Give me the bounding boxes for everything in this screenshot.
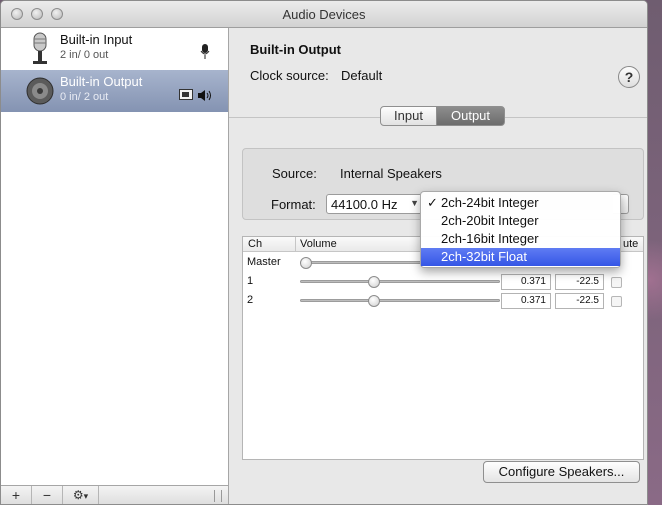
channel-label: 1 (247, 275, 254, 287)
configure-speakers-button[interactable]: Configure Speakers... (483, 461, 640, 483)
device-channels: 0 in/ 2 out (60, 91, 109, 103)
tab-input[interactable]: Input (380, 106, 437, 126)
title-bar: Audio Devices (1, 1, 647, 28)
resize-grip-icon[interactable] (214, 490, 222, 502)
channel-2-volume-value[interactable]: 0.371 (501, 293, 551, 309)
microphone-icon (33, 32, 47, 64)
volume-table: Ch Volume ute Master 1 0.371 -22.5 2 0.3… (242, 236, 644, 460)
channel-label: 2 (247, 294, 254, 306)
device-list: Built-in Input 2 in/ 0 out Built-in Outp… (1, 28, 229, 504)
channel-1-db-value[interactable]: -22.5 (555, 274, 604, 290)
clock-source-label: Clock source: (250, 68, 329, 83)
help-button[interactable]: ? (618, 66, 640, 88)
format-dropdown-menu: ✓ 2ch-24bit Integer 2ch-20bit Integer 2c… (420, 191, 621, 268)
channel-1-volume-value[interactable]: 0.371 (501, 274, 551, 290)
device-name: Built-in Output (60, 74, 143, 89)
channel-2-mute-checkbox[interactable] (611, 296, 622, 307)
column-header-mute: ute (623, 238, 639, 250)
column-header-ch: Ch (248, 238, 263, 250)
chevron-down-icon: ▼ (410, 198, 419, 208)
sidebar-toolbar: + − ⚙▾ (1, 485, 228, 504)
channel-2-db-value[interactable]: -22.5 (555, 293, 604, 309)
menu-item-2ch-16bit-integer[interactable]: 2ch-16bit Integer (421, 230, 620, 248)
device-name: Built-in Input (60, 32, 133, 47)
default-input-mic-icon (200, 44, 210, 59)
gear-icon: ⚙ (72, 488, 84, 502)
checkmark-icon: ✓ (427, 195, 438, 210)
system-output-icon (179, 89, 193, 100)
device-item-built-in-output[interactable]: Built-in Output 0 in/ 2 out (1, 70, 228, 112)
remove-device-button[interactable]: − (32, 486, 63, 504)
menu-item-2ch-32bit-float[interactable]: 2ch-32bit Float (421, 248, 620, 266)
source-label: Source: (272, 166, 317, 181)
channel-label: Master (247, 256, 281, 268)
chevron-down-icon: ▾ (83, 491, 89, 501)
device-title: Built-in Output (250, 42, 341, 57)
speaker-icon (26, 77, 54, 105)
channel-1-volume-slider[interactable] (300, 280, 500, 283)
default-output-speaker-icon (198, 90, 211, 101)
source-value: Internal Speakers (340, 166, 442, 181)
menu-item-2ch-24bit-integer[interactable]: ✓ 2ch-24bit Integer (421, 194, 620, 212)
channel-2-volume-slider[interactable] (300, 299, 500, 302)
channel-1-volume-knob[interactable] (368, 276, 381, 288)
column-header-volume: Volume (300, 238, 337, 250)
device-item-built-in-input[interactable]: Built-in Input 2 in/ 0 out (1, 28, 228, 70)
gear-menu-button[interactable]: ⚙▾ (63, 486, 99, 504)
sample-rate-value: 44100.0 Hz (331, 197, 398, 212)
menu-item-label: 2ch-16bit Integer (441, 231, 539, 246)
channel-1-mute-checkbox[interactable] (611, 277, 622, 288)
menu-item-label: 2ch-20bit Integer (441, 213, 539, 228)
device-channels: 2 in/ 0 out (60, 49, 109, 61)
channel-2-volume-knob[interactable] (368, 295, 381, 307)
master-volume-knob[interactable] (300, 257, 312, 269)
menu-item-label: 2ch-32bit Float (441, 249, 527, 264)
format-label: Format: (271, 197, 316, 212)
tab-output[interactable]: Output (436, 106, 505, 126)
column-divider (295, 237, 296, 252)
clock-source-value: Default (341, 68, 383, 83)
add-device-button[interactable]: + (1, 486, 32, 504)
format-sample-rate-popup[interactable]: 44100.0 Hz ▼ (326, 194, 423, 214)
window-title: Audio Devices (282, 7, 366, 22)
menu-item-2ch-20bit-integer[interactable]: 2ch-20bit Integer (421, 212, 620, 230)
menu-item-label: 2ch-24bit Integer (441, 195, 539, 210)
